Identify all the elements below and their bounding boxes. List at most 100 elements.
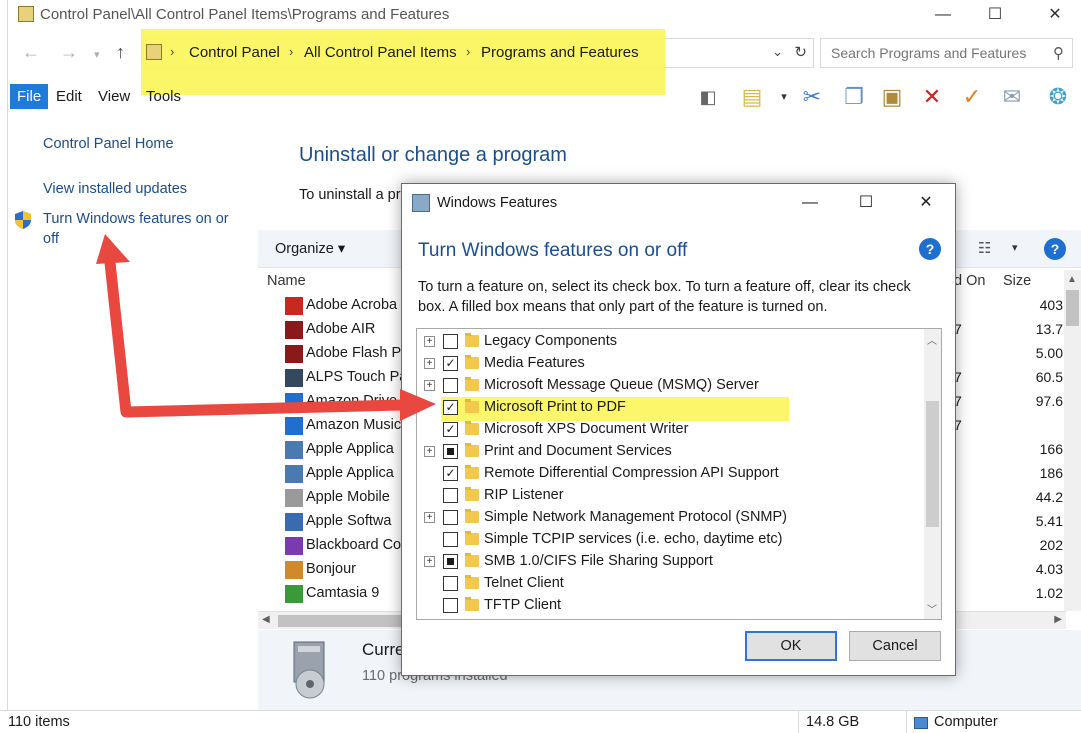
expand-icon[interactable]: +: [424, 512, 435, 523]
program-size: 97.6: [1035, 393, 1063, 409]
feature-row[interactable]: TFTP Client: [417, 595, 917, 617]
organize-button[interactable]: Organize ▾: [275, 241, 345, 257]
feature-checkbox[interactable]: [443, 334, 458, 349]
feature-checkbox[interactable]: ✓: [443, 422, 458, 437]
column-header-installed-on[interactable]: d On: [954, 273, 985, 289]
feature-row[interactable]: + SMB 1.0/CIFS File Sharing Support: [417, 551, 917, 573]
nav-view-installed-updates[interactable]: View installed updates: [43, 179, 187, 199]
dialog-close-button[interactable]: ✕: [906, 190, 946, 216]
notes-dropdown-icon[interactable]: ▾: [770, 83, 798, 111]
check-icon[interactable]: ✓: [958, 83, 986, 111]
feature-row[interactable]: Telnet Client: [417, 573, 917, 595]
feature-row[interactable]: + Microsoft Message Queue (MSMQ) Server: [417, 375, 917, 397]
crumb-control-panel[interactable]: Control Panel: [189, 44, 280, 61]
nav-control-panel-home[interactable]: Control Panel Home: [43, 134, 174, 154]
crumb-separator-icon[interactable]: ›: [466, 44, 470, 59]
notes-icon[interactable]: ▤: [738, 83, 766, 111]
feature-label: Legacy Components: [484, 333, 617, 349]
feature-row[interactable]: + Legacy Components: [417, 331, 917, 353]
menu-view[interactable]: View: [98, 88, 130, 105]
dialog-help-icon[interactable]: ?: [919, 238, 941, 260]
feature-checkbox[interactable]: [443, 510, 458, 525]
feature-row[interactable]: Simple TCPIP services (i.e. echo, daytim…: [417, 529, 917, 551]
feature-row[interactable]: ✓ Microsoft Print to PDF: [417, 397, 917, 419]
close-button[interactable]: ✕: [1032, 2, 1078, 28]
scroll-thumb[interactable]: [1066, 290, 1079, 326]
address-dropdown-icon[interactable]: ⌄: [772, 44, 783, 60]
expand-icon[interactable]: +: [424, 380, 435, 391]
back-arrow-icon[interactable]: ←: [22, 42, 40, 63]
search-box[interactable]: ⚲: [820, 38, 1073, 68]
cancel-button[interactable]: Cancel: [849, 631, 941, 661]
nav-windows-features-line1[interactable]: Turn Windows features on or: [43, 209, 229, 229]
program-size: 60.5: [1035, 369, 1063, 385]
maximize-button[interactable]: ☐: [972, 2, 1018, 28]
minimize-button[interactable]: —: [920, 2, 966, 28]
crumb-separator-icon[interactable]: ›: [289, 44, 293, 59]
mail-icon[interactable]: ✉: [998, 83, 1026, 111]
feature-checkbox[interactable]: [443, 576, 458, 591]
menu-file[interactable]: File: [10, 84, 49, 109]
shell-icon[interactable]: ❂: [1044, 83, 1072, 111]
help-icon[interactable]: ?: [1044, 238, 1066, 260]
ok-button[interactable]: OK: [745, 631, 837, 661]
expand-icon[interactable]: +: [424, 446, 435, 457]
cut-icon[interactable]: ✂: [798, 83, 826, 111]
search-input[interactable]: [829, 40, 1044, 66]
windows-features-icon: [412, 194, 430, 212]
nav-windows-features-line2[interactable]: off: [43, 229, 59, 249]
feature-row[interactable]: + Print and Document Services: [417, 441, 917, 463]
expand-icon[interactable]: +: [424, 556, 435, 567]
view-dropdown-icon[interactable]: ▾: [1012, 241, 1018, 254]
program-size: 44.2: [1035, 489, 1063, 505]
crumb-programs-features[interactable]: Programs and Features: [481, 44, 639, 61]
program-icon: [285, 321, 303, 339]
view-options-icon[interactable]: ☷: [978, 239, 991, 257]
feature-label: RIP Listener: [484, 487, 564, 503]
program-size: 5.00: [1035, 345, 1063, 361]
scroll-up-icon[interactable]: ▲: [1067, 274, 1077, 285]
feature-checkbox[interactable]: [443, 378, 458, 393]
feature-row[interactable]: ✓ Microsoft XPS Document Writer: [417, 419, 917, 441]
dialog-minimize-button[interactable]: —: [790, 190, 830, 216]
feature-row[interactable]: RIP Listener: [417, 485, 917, 507]
scroll-down-icon[interactable]: ﹀: [927, 601, 937, 616]
vertical-scrollbar[interactable]: ▲: [1064, 270, 1081, 611]
crumb-separator-icon[interactable]: ›: [170, 44, 174, 59]
column-header-size[interactable]: Size: [1003, 273, 1031, 289]
feature-row[interactable]: + Simple Network Management Protocol (SNM…: [417, 507, 917, 529]
feature-checkbox[interactable]: [443, 488, 458, 503]
feature-checkbox[interactable]: [443, 598, 458, 613]
dialog-title-bar: Windows Features — ☐ ✕: [402, 184, 955, 222]
feature-checkbox[interactable]: ✓: [443, 356, 458, 371]
search-icon[interactable]: ⚲: [1053, 44, 1064, 62]
feature-row[interactable]: + ✓ Media Features: [417, 353, 917, 375]
dialog-maximize-button[interactable]: ☐: [846, 190, 886, 216]
scroll-left-icon[interactable]: ◀: [262, 614, 270, 625]
scroll-thumb[interactable]: [926, 401, 939, 527]
forward-arrow-icon[interactable]: →: [60, 42, 78, 63]
feature-checkbox[interactable]: ✓: [443, 466, 458, 481]
delete-icon[interactable]: ✕: [918, 83, 946, 111]
expand-icon[interactable]: +: [424, 358, 435, 369]
feature-checkbox[interactable]: [443, 532, 458, 547]
features-scrollbar[interactable]: ︿ ﹀: [924, 329, 941, 619]
menu-edit[interactable]: Edit: [56, 88, 82, 105]
scroll-up-icon[interactable]: ︿: [927, 332, 937, 347]
column-header-name[interactable]: Name: [267, 273, 306, 289]
refresh-icon[interactable]: ↻: [794, 43, 807, 61]
menu-tools[interactable]: Tools: [146, 88, 181, 105]
feature-checkbox[interactable]: [443, 554, 458, 569]
feature-checkbox[interactable]: [443, 444, 458, 459]
feature-checkbox[interactable]: ✓: [443, 400, 458, 415]
panel-icon[interactable]: ◧: [694, 83, 722, 111]
paste-icon[interactable]: ▣: [878, 83, 906, 111]
program-name: Camtasia 9: [306, 585, 380, 601]
expand-icon[interactable]: +: [424, 336, 435, 347]
scroll-right-icon[interactable]: ▶: [1054, 614, 1062, 625]
crumb-all-items[interactable]: All Control Panel Items: [304, 44, 457, 61]
up-arrow-icon[interactable]: ↑: [116, 42, 125, 63]
copy-icon[interactable]: ❐: [840, 83, 868, 111]
feature-row[interactable]: ✓ Remote Differential Compression API Sup…: [417, 463, 917, 485]
recent-dropdown-icon[interactable]: ▾: [94, 48, 100, 61]
